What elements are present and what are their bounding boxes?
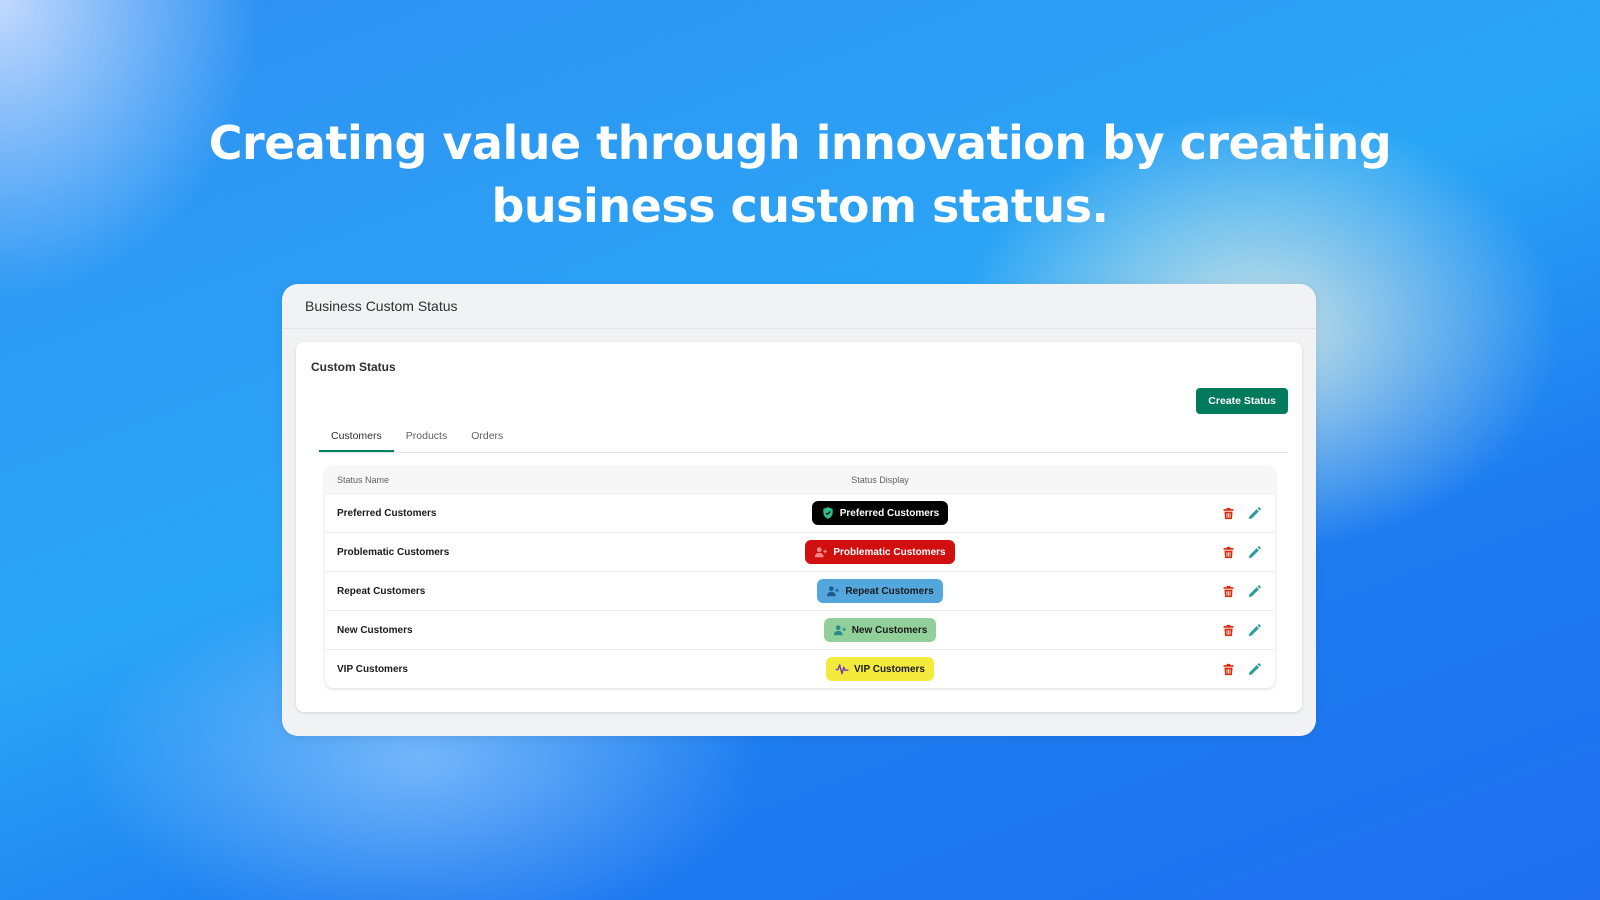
delete-icon[interactable]: [1219, 582, 1237, 600]
status-name: Repeat Customers: [337, 585, 426, 597]
delete-icon[interactable]: [1219, 660, 1237, 678]
delete-icon[interactable]: [1219, 621, 1237, 639]
tab-bar: Customers Products Orders: [319, 422, 1288, 453]
user-plus-icon: [814, 545, 828, 559]
status-badge-label: Problematic Customers: [833, 546, 946, 558]
status-badge-label: VIP Customers: [854, 663, 925, 675]
header-status-display: Status Display: [851, 474, 909, 485]
hero-line-1: Creating value through innovation by cre…: [208, 116, 1392, 170]
status-display-cell: VIP Customers: [677, 657, 1083, 681]
status-badge: Repeat Customers: [817, 579, 943, 603]
row-actions: [1083, 660, 1275, 678]
edit-icon[interactable]: [1245, 660, 1263, 678]
user-plus-icon: [826, 584, 840, 598]
activity-icon: [835, 662, 849, 676]
status-badge: Preferred Customers: [811, 501, 949, 525]
status-badge-label: Repeat Customers: [845, 585, 934, 597]
delete-icon[interactable]: [1219, 504, 1237, 522]
status-badge-label: New Customers: [851, 624, 928, 636]
app-window: Business Custom Status Custom Status Cre…: [282, 284, 1316, 736]
row-actions: [1083, 504, 1275, 522]
status-badge: New Customers: [823, 618, 937, 642]
status-badge: VIP Customers: [826, 657, 934, 681]
edit-icon[interactable]: [1245, 582, 1263, 600]
table-row: VIP Customers VIP Customers: [325, 650, 1275, 688]
shield-check-icon: [821, 506, 835, 520]
edit-icon[interactable]: [1245, 543, 1263, 561]
status-display-cell: Repeat Customers: [677, 579, 1083, 603]
tab-orders[interactable]: Orders: [459, 422, 515, 452]
header-status-name: Status Name: [337, 474, 390, 485]
status-name: Preferred Customers: [337, 507, 437, 519]
table-header: Status Name Status Display: [325, 466, 1275, 494]
status-display-cell: New Customers: [677, 618, 1083, 642]
table-row: Repeat Customers Repeat Customers: [325, 572, 1275, 611]
window-header: Business Custom Status: [282, 284, 1316, 329]
status-badge-label: Preferred Customers: [839, 507, 940, 519]
edit-icon[interactable]: [1245, 504, 1263, 522]
delete-icon[interactable]: [1219, 543, 1237, 561]
table-row: Problematic Customers Problematic Custom…: [325, 533, 1275, 572]
tab-products[interactable]: Products: [394, 422, 459, 452]
status-name: Problematic Customers: [337, 546, 450, 558]
card-title: Custom Status: [311, 360, 396, 374]
edit-icon[interactable]: [1245, 621, 1263, 639]
table-row: Preferred Customers Preferred Customers: [325, 494, 1275, 533]
window-title: Business Custom Status: [305, 298, 458, 314]
row-actions: [1083, 621, 1275, 639]
table-row: New Customers New Customers: [325, 611, 1275, 650]
tab-customers[interactable]: Customers: [319, 422, 394, 452]
status-badge: Problematic Customers: [805, 540, 955, 564]
status-table: Status Name Status Display Preferred Cus…: [325, 466, 1275, 688]
row-actions: [1083, 582, 1275, 600]
status-display-cell: Preferred Customers: [677, 501, 1083, 525]
status-name: New Customers: [337, 624, 413, 636]
hero-heading: Creating value through innovation by cre…: [0, 112, 1600, 238]
create-status-button[interactable]: Create Status: [1196, 388, 1288, 414]
hero-line-2: business custom status.: [491, 179, 1109, 233]
status-name: VIP Customers: [337, 663, 408, 675]
custom-status-card: Custom Status Create Status Customers Pr…: [296, 342, 1302, 712]
row-actions: [1083, 543, 1275, 561]
status-display-cell: Problematic Customers: [677, 540, 1083, 564]
user-plus-icon: [833, 623, 847, 637]
